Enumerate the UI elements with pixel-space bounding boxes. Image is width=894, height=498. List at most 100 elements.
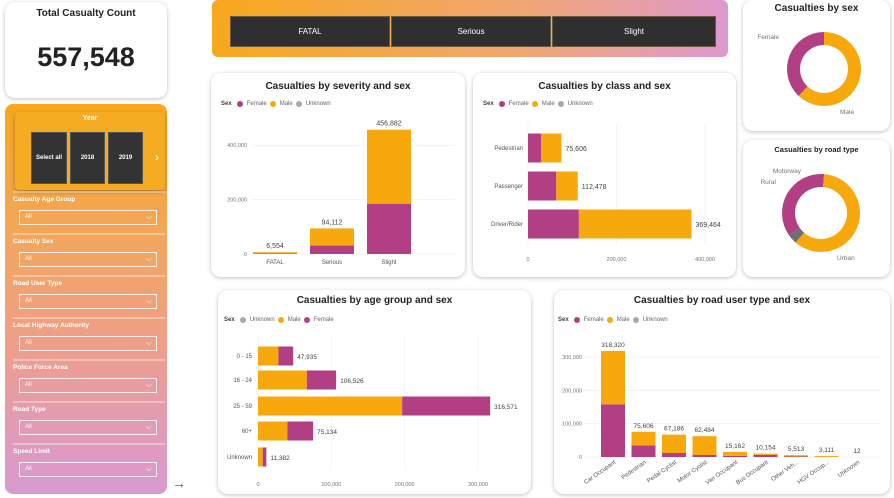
severity-button-slight[interactable]: Slight (552, 16, 716, 47)
x-tick-label: 0 (526, 257, 529, 263)
slicer-dropdown[interactable]: All ⌵ (19, 420, 157, 435)
bar-male (556, 171, 578, 201)
slicer-dropdown[interactable]: All ⌵ (19, 378, 157, 393)
category-label: Slight (381, 260, 396, 266)
chevron-down-icon[interactable]: ⌵ (146, 212, 152, 222)
bar-female (287, 421, 314, 441)
slicer-dropdown[interactable]: All ⌵ (19, 294, 157, 309)
severity-filter-bar: FATAL Serious Slight (212, 0, 728, 57)
year-slicer-title: Year (82, 115, 98, 122)
age-sex-card: Casualties by age group and sex Sex Unkn… (218, 290, 531, 494)
y-tick-label: 400,000 (227, 143, 247, 149)
slicer-divider (13, 401, 165, 403)
category-label: 0 - 15 (237, 354, 253, 360)
bar-female (528, 209, 579, 239)
slicer-label: Road User Type (13, 280, 63, 287)
category-label: 60+ (242, 429, 253, 435)
bar-female (784, 456, 808, 457)
slicer-dropdown-value: All (25, 382, 32, 388)
x-tick-label: 400,000 (695, 257, 715, 263)
data-label: 3,111 (819, 447, 835, 454)
bar-male (258, 396, 403, 416)
category-label: Bus Occupant (735, 460, 770, 487)
bar-female (528, 171, 557, 201)
category-label: Serious (322, 260, 342, 266)
data-label: 75,606 (634, 423, 654, 430)
y-tick-label: 200,000 (227, 198, 247, 204)
chevron-down-icon[interactable]: ⌵ (146, 380, 152, 390)
data-label: 318,320 (601, 342, 625, 349)
y-tick-label: 100,000 (562, 422, 582, 428)
data-label: 15,162 (725, 443, 745, 450)
year-option-2019[interactable]: 2019 (108, 132, 143, 184)
data-label: 67,186 (664, 426, 684, 433)
sex-donut-chart: Female Male (757, 31, 861, 116)
year-option-2018[interactable]: 2018 (70, 132, 105, 184)
bar-male (258, 447, 263, 467)
bar-female (601, 404, 625, 457)
bar-male (367, 129, 411, 204)
y-tick-label: 0 (579, 455, 582, 461)
bar-male (310, 228, 354, 246)
chevron-down-icon[interactable]: ⌵ (146, 464, 152, 474)
slicer-dropdown[interactable]: All ⌵ (19, 462, 157, 477)
severity-button-fatal[interactable]: FATAL (230, 16, 390, 47)
kpi-value: 557,548 (37, 42, 135, 72)
bar-male (258, 421, 288, 441)
data-label: 5,513 (788, 446, 805, 453)
category-label: Passenger (494, 184, 523, 190)
bar-male (723, 451, 747, 456)
x-tick-label: 0 (256, 482, 259, 488)
data-label: 10,154 (756, 445, 776, 452)
slicer-dropdown[interactable]: All ⌵ (19, 336, 157, 351)
arrow-right-icon[interactable]: → (172, 475, 186, 491)
bar-male (662, 434, 686, 453)
data-label: 316,571 (494, 404, 518, 411)
severity-sex-chart: 0 200,000 400,000 6,554 FATAL 94,112 Serious 45… (227, 121, 455, 266)
category-label: Other Veh... (770, 460, 800, 483)
chevron-down-icon[interactable]: ⌵ (146, 338, 152, 348)
bar-male (541, 133, 562, 163)
slicer-label: Police Force Area (13, 364, 68, 371)
bar-male (753, 453, 778, 455)
bar-female (631, 445, 656, 457)
data-label: 94,112 (322, 219, 343, 226)
chevron-down-icon[interactable]: ⌵ (146, 422, 152, 432)
slicer-divider (13, 275, 165, 277)
slicer-panel: Year Select all 2018 2019 › Casualty Age… (5, 104, 167, 494)
chevron-down-icon[interactable]: ⌵ (146, 254, 152, 264)
category-label: FATAL (266, 260, 284, 266)
data-label: 456,882 (376, 121, 401, 128)
y-tick-label: 200,000 (562, 388, 582, 394)
bar-male (784, 455, 808, 457)
data-label: 369,464 (695, 222, 720, 229)
chevron-down-icon[interactable]: ⌵ (146, 296, 152, 306)
x-tick-label: 100,000 (321, 482, 341, 488)
category-label: Unknown (837, 460, 861, 479)
kpi-card: Total Casualty Count 557,548 (5, 2, 167, 98)
chevron-right-icon[interactable]: › (155, 150, 159, 164)
year-option-select-all[interactable]: Select all (31, 132, 67, 184)
slice-label: Female (757, 34, 779, 41)
category-label: Driver/Rider (491, 222, 523, 228)
slicer-label: Speed Limit (13, 448, 50, 455)
slicer-dropdown-value: All (25, 214, 32, 220)
bar-female (723, 455, 747, 457)
bar-female (310, 245, 354, 254)
y-tick-label: 300,000 (562, 355, 582, 361)
slicer-dropdown[interactable]: All ⌵ (19, 210, 157, 225)
category-label: Pedal Cyclist (646, 460, 678, 485)
road-type-donut-card: Casualties by road type Motorway Rural Urb… (743, 140, 890, 277)
bar-female (753, 454, 778, 457)
bar-female (528, 133, 542, 163)
slicer-label: Road Type (13, 406, 46, 413)
slicer-dropdown-value: All (25, 340, 32, 346)
bar-female (306, 370, 337, 390)
severity-button-serious[interactable]: Serious (391, 16, 551, 47)
donut-slice-rural (782, 174, 825, 236)
slicer-divider (13, 191, 165, 193)
category-label: 25 - 59 (233, 404, 252, 410)
bar-male (631, 431, 656, 446)
age-sex-chart: 0 100,000 200,000 300,000 0 - 15 47,935 16 - 2… (227, 335, 518, 488)
slicer-dropdown[interactable]: All ⌵ (19, 252, 157, 267)
